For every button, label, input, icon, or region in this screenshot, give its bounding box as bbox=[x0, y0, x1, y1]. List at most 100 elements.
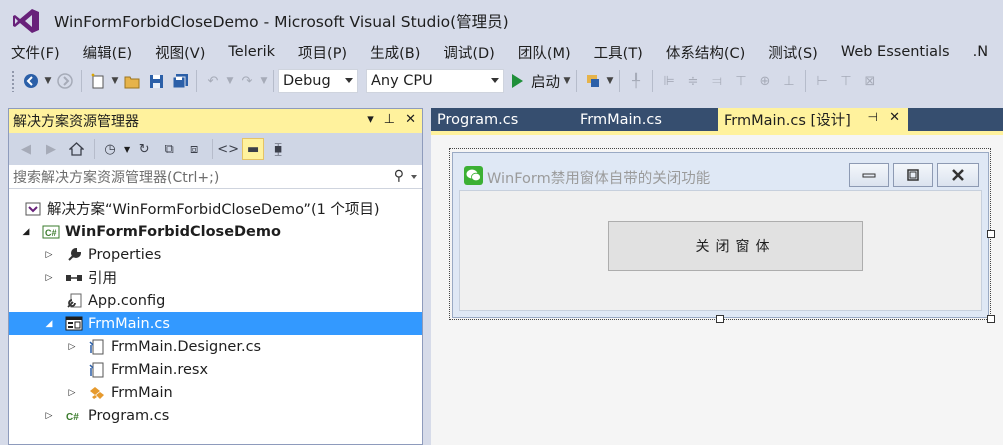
align-lefts-icon[interactable]: ⊫ bbox=[658, 70, 680, 92]
forward-icon[interactable] bbox=[54, 70, 76, 92]
close-icon[interactable]: ✕ bbox=[889, 110, 900, 125]
chevron-down-icon[interactable]: ▼ bbox=[605, 76, 615, 86]
search-icon[interactable]: ⚲ bbox=[394, 168, 404, 184]
align-middles-icon[interactable]: ⊕ bbox=[754, 70, 776, 92]
form-client-area: 关闭窗体 bbox=[459, 190, 982, 311]
chevron-down-icon[interactable]: ▼ bbox=[225, 76, 235, 86]
play-icon bbox=[512, 74, 523, 88]
forward-icon[interactable]: ▶ bbox=[40, 138, 62, 160]
menu-project[interactable]: 项目(P) bbox=[287, 42, 347, 63]
undo-icon[interactable]: ↶ bbox=[202, 70, 224, 92]
maximize-icon[interactable] bbox=[893, 163, 933, 187]
chevron-down-icon[interactable]: ▼ bbox=[110, 76, 120, 86]
solution-platform-select[interactable]: Any CPU bbox=[366, 69, 504, 93]
tree-item-frmmain-resx[interactable]: FrmMain.resx bbox=[9, 358, 422, 381]
make-same-height-icon[interactable]: ⊤ bbox=[835, 70, 857, 92]
tree-item-solution[interactable]: 解决方案“WinFormForbidCloseDemo”(1 个项目) bbox=[9, 197, 422, 220]
tab-frmmain-design[interactable]: FrmMain.cs [设计] ⊣ ✕ bbox=[718, 108, 908, 131]
window-title: WinFormForbidCloseDemo - Microsoft Visua… bbox=[54, 13, 509, 31]
new-project-icon[interactable] bbox=[87, 70, 109, 92]
menu-file[interactable]: 文件(F) bbox=[0, 42, 60, 63]
expanded-triangle-icon[interactable]: ◢ bbox=[19, 227, 33, 237]
designed-form-window[interactable]: WinForm禁用窗体自带的关闭功能 关闭窗体 bbox=[452, 152, 989, 318]
tab-program-cs[interactable]: Program.cs bbox=[431, 108, 571, 131]
menu-dotnet[interactable]: .N bbox=[962, 44, 988, 60]
resize-handle-bottom[interactable] bbox=[716, 315, 724, 323]
view-code-icon[interactable]: <> bbox=[217, 138, 239, 160]
menu-team[interactable]: 团队(M) bbox=[507, 42, 571, 63]
tab-frmmain-cs[interactable]: FrmMain.cs bbox=[574, 108, 714, 131]
align-rights-icon[interactable]: ⫤ bbox=[706, 70, 728, 92]
tree-item-app-config[interactable]: App.config bbox=[9, 289, 422, 312]
close-icon[interactable]: ✕ bbox=[405, 112, 416, 127]
resource-file-icon bbox=[87, 361, 107, 379]
redo-icon[interactable]: ↷ bbox=[236, 70, 258, 92]
close-form-button[interactable]: 关闭窗体 bbox=[608, 221, 863, 271]
close-icon[interactable] bbox=[937, 163, 979, 187]
tree-item-label: 引用 bbox=[88, 271, 117, 287]
pin-icon[interactable]: ⊣ bbox=[868, 110, 878, 124]
pending-changes-filter-icon[interactable]: ◷ bbox=[99, 138, 121, 160]
tree-item-label: FrmMain.resx bbox=[111, 361, 209, 378]
collapsed-triangle-icon[interactable]: ▷ bbox=[42, 250, 56, 260]
open-folder-icon[interactable] bbox=[121, 70, 143, 92]
toolbar-separator bbox=[652, 70, 653, 92]
menu-architecture[interactable]: 体系结构(C) bbox=[655, 42, 745, 63]
resize-handle-corner[interactable] bbox=[987, 315, 995, 323]
back-icon[interactable]: ◀ bbox=[15, 138, 37, 160]
resize-handle-right[interactable] bbox=[987, 230, 995, 238]
solution-configuration-select[interactable]: Debug bbox=[278, 69, 358, 93]
chevron-down-icon[interactable]: ▼ bbox=[124, 145, 130, 154]
tree-item-references[interactable]: ▷ 引用 bbox=[9, 266, 422, 289]
collapsed-triangle-icon[interactable]: ▷ bbox=[42, 411, 56, 421]
pin-icon[interactable]: ⊥ bbox=[384, 112, 395, 127]
expanded-triangle-icon[interactable]: ◢ bbox=[42, 319, 56, 329]
menu-debug[interactable]: 调试(D) bbox=[432, 42, 494, 63]
save-all-icon[interactable] bbox=[169, 70, 191, 92]
chevron-down-icon[interactable]: ▼ bbox=[259, 76, 269, 86]
menu-edit[interactable]: 编辑(E) bbox=[72, 42, 132, 63]
csharp-file-icon: C# bbox=[64, 407, 84, 425]
view-class-diagram-icon[interactable]: ⧯ bbox=[267, 138, 289, 160]
menu-web-essentials[interactable]: Web Essentials bbox=[830, 44, 950, 60]
chevron-down-icon[interactable]: ▼ bbox=[43, 76, 53, 86]
back-icon[interactable] bbox=[20, 70, 42, 92]
collapse-all-icon[interactable]: ⧉ bbox=[158, 138, 180, 160]
chevron-down-icon[interactable] bbox=[411, 175, 417, 179]
collapsed-triangle-icon[interactable]: ▷ bbox=[42, 273, 56, 283]
panel-menu-chevron-icon[interactable]: ▾ bbox=[367, 112, 374, 127]
menu-telerik[interactable]: Telerik bbox=[217, 44, 275, 60]
make-same-width-icon[interactable]: ⊢ bbox=[811, 70, 833, 92]
properties-icon[interactable]: ▬ bbox=[242, 138, 265, 160]
tree-item-program-cs[interactable]: ▷ C# Program.cs bbox=[9, 404, 422, 427]
collapsed-triangle-icon[interactable]: ▷ bbox=[65, 388, 79, 398]
minimize-icon[interactable] bbox=[849, 163, 889, 187]
find-in-files-icon[interactable] bbox=[582, 70, 604, 92]
align-centers-icon[interactable]: ≑ bbox=[682, 70, 704, 92]
home-icon[interactable] bbox=[65, 138, 87, 160]
menu-build[interactable]: 生成(B) bbox=[359, 42, 420, 63]
tree-item-frmmain-cs[interactable]: ◢ FrmMain.cs bbox=[9, 312, 422, 335]
chevron-down-icon[interactable]: ▼ bbox=[562, 76, 572, 86]
save-icon[interactable] bbox=[145, 70, 167, 92]
menu-view[interactable]: 视图(V) bbox=[144, 42, 205, 63]
class-icon bbox=[87, 384, 107, 402]
show-all-files-icon[interactable]: ⧈ bbox=[183, 138, 205, 160]
start-debugging-button[interactable]: 启动 ▼ bbox=[512, 71, 572, 92]
sync-icon[interactable]: ↻ bbox=[133, 138, 155, 160]
document-tab-strip: Program.cs FrmMain.cs FrmMain.cs [设计] ⊣ … bbox=[431, 108, 1003, 131]
tree-item-frmmain-class[interactable]: ▷ FrmMain bbox=[9, 381, 422, 404]
align-bottoms-icon[interactable]: ⊥ bbox=[778, 70, 800, 92]
menu-test[interactable]: 测试(S) bbox=[757, 42, 818, 63]
toolbar-grip[interactable] bbox=[11, 70, 15, 92]
align-tops-icon[interactable]: ⊤ bbox=[730, 70, 752, 92]
tree-item-project[interactable]: ◢ C# WinFormForbidCloseDemo bbox=[9, 220, 422, 243]
tree-item-frmmain-designer[interactable]: ▷ FrmMain.Designer.cs bbox=[9, 335, 422, 358]
collapsed-triangle-icon[interactable]: ▷ bbox=[65, 342, 79, 352]
menu-tools[interactable]: 工具(T) bbox=[583, 42, 643, 63]
tree-item-label: FrmMain.cs bbox=[88, 315, 170, 332]
tree-item-properties[interactable]: ▷ Properties bbox=[9, 243, 422, 266]
make-same-size-icon[interactable]: ⊠ bbox=[859, 70, 881, 92]
solution-search-box[interactable]: 搜索解决方案资源管理器(Ctrl+;) ⚲ bbox=[9, 165, 422, 189]
align-to-grid-icon[interactable]: ╀ bbox=[625, 70, 647, 92]
